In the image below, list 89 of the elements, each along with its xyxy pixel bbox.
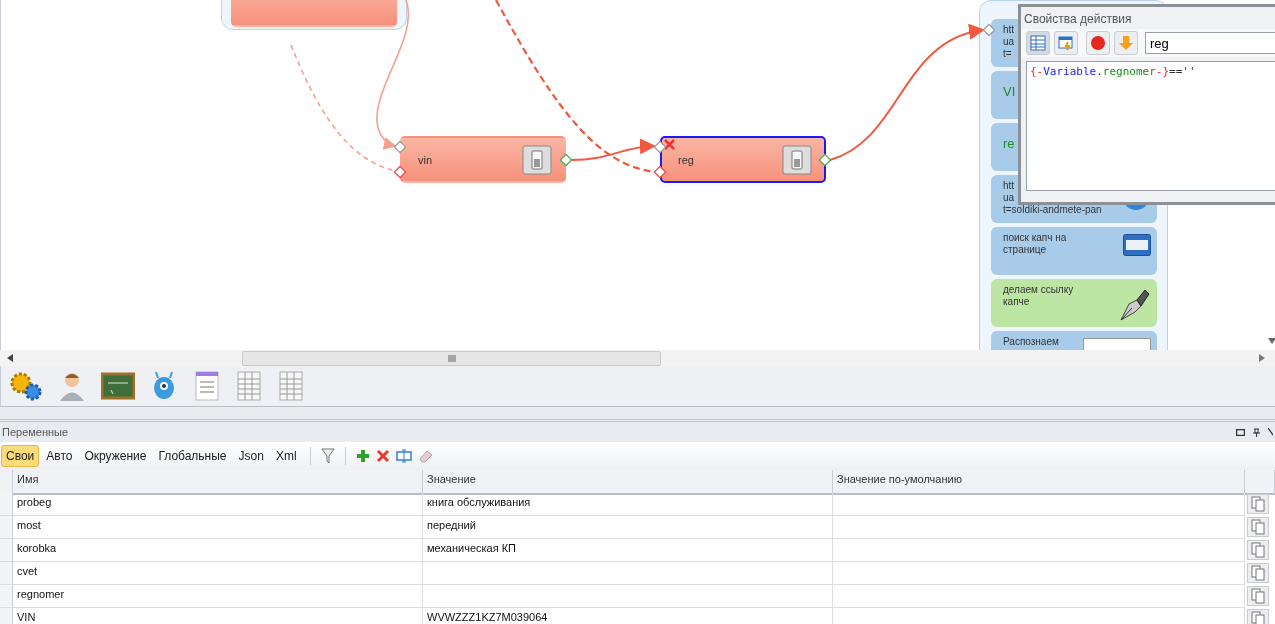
window-lightning-icon bbox=[1058, 35, 1074, 51]
code-line: {-Variable.regnomer-}=='' bbox=[1030, 65, 1196, 78]
copy-icon bbox=[1251, 565, 1265, 581]
table-cell: VIN bbox=[13, 608, 423, 624]
copy-button[interactable] bbox=[1247, 609, 1269, 624]
connector-line[interactable] bbox=[570, 138, 656, 161]
output-port[interactable] bbox=[559, 153, 573, 167]
action-node[interactable]: reg bbox=[660, 136, 826, 183]
switch-icon bbox=[782, 145, 812, 175]
name-input-field[interactable]: reg bbox=[1145, 32, 1275, 54]
copy-icon bbox=[1251, 496, 1265, 512]
table-cell: книга обслуживания bbox=[423, 493, 833, 516]
switch-icon bbox=[522, 145, 552, 175]
action-card[interactable]: делаем ссылку капче bbox=[991, 279, 1157, 327]
grip-icon bbox=[447, 355, 456, 362]
card-label: htt ua t= bbox=[1003, 24, 1015, 60]
window-lightning-button[interactable] bbox=[1054, 31, 1078, 55]
variables-tab[interactable]: Свои bbox=[1, 445, 40, 467]
table-icon bbox=[1030, 35, 1046, 51]
table-cell: probeg bbox=[13, 493, 423, 516]
action-card[interactable]: поиск капч на странице bbox=[991, 227, 1157, 275]
variables-tab[interactable]: Json bbox=[233, 445, 269, 467]
input-port[interactable] bbox=[393, 140, 407, 154]
copy-icon bbox=[1251, 519, 1265, 535]
maximize-icon[interactable] bbox=[1236, 428, 1245, 436]
connector-line[interactable] bbox=[290, 44, 396, 172]
table-cell: передний bbox=[423, 516, 833, 539]
copy-icon bbox=[1251, 588, 1265, 604]
stop-button[interactable] bbox=[1086, 31, 1110, 55]
table-cell: korobka bbox=[13, 539, 423, 562]
pin-icon[interactable] bbox=[1253, 427, 1260, 437]
move-down-button[interactable] bbox=[1114, 31, 1138, 55]
error-port[interactable] bbox=[653, 165, 667, 179]
stop-icon bbox=[1090, 35, 1106, 51]
input-port[interactable] bbox=[653, 140, 667, 154]
table-cell: механическая КП bbox=[423, 539, 833, 562]
table-cell: regnomer bbox=[13, 585, 423, 608]
action-node[interactable]: vin bbox=[400, 136, 566, 183]
panel-title: Переменные bbox=[2, 426, 69, 438]
card-label: re bbox=[1003, 135, 1015, 150]
copy-button[interactable] bbox=[1247, 494, 1269, 514]
table-cell: cvet bbox=[13, 562, 423, 585]
scroll-down-arrow-icon[interactable] bbox=[1268, 338, 1275, 344]
output-port[interactable] bbox=[818, 153, 832, 167]
node-label: reg bbox=[678, 154, 694, 166]
row-header-cell[interactable] bbox=[0, 493, 13, 516]
copy-button[interactable] bbox=[1247, 517, 1269, 537]
html-icon bbox=[1123, 234, 1151, 256]
card-label: поиск капч на странице bbox=[1003, 232, 1067, 256]
copy-button[interactable] bbox=[1247, 586, 1269, 606]
input-port[interactable] bbox=[982, 23, 996, 37]
column-header[interactable]: Имя bbox=[13, 470, 423, 495]
filter-icon[interactable] bbox=[318, 446, 337, 466]
down-arrow-icon bbox=[1118, 35, 1134, 51]
row-header-cell[interactable] bbox=[0, 516, 13, 539]
error-port[interactable] bbox=[393, 165, 407, 179]
card-label: делаем ссылку капче bbox=[1003, 284, 1074, 308]
scroll-left-arrow-icon[interactable] bbox=[7, 354, 13, 362]
connector-line[interactable] bbox=[376, 0, 410, 150]
action-card[interactable]: Распознаем bbox=[991, 331, 1157, 350]
card-label: VI bbox=[1003, 83, 1016, 98]
variables-tab[interactable]: Авто bbox=[41, 445, 78, 467]
header-cell bbox=[1245, 470, 1275, 495]
close-icon[interactable] bbox=[1268, 428, 1273, 436]
connector-line[interactable] bbox=[829, 25, 985, 161]
row-header-cell[interactable] bbox=[0, 562, 13, 585]
copy-icon bbox=[1251, 611, 1265, 624]
variables-tab[interactable]: Xml bbox=[270, 445, 302, 467]
node-label: vin bbox=[418, 154, 433, 166]
dialog-title: Свойства действия bbox=[1023, 11, 1133, 28]
table-cell: WVWZZZ1KZ7M039064 bbox=[423, 608, 833, 624]
copy-button[interactable] bbox=[1247, 540, 1269, 560]
chalkboard-icon[interactable] bbox=[99, 370, 137, 402]
table-view-button[interactable] bbox=[1026, 31, 1050, 55]
column-header[interactable]: Значение по-умолчанию bbox=[833, 470, 1245, 495]
scroll-right-arrow-icon[interactable] bbox=[1259, 354, 1265, 362]
rename-icon[interactable] bbox=[393, 447, 414, 465]
column-header[interactable]: Значение bbox=[423, 470, 833, 495]
copy-button[interactable] bbox=[1247, 563, 1269, 583]
row-header-cell[interactable] bbox=[0, 539, 13, 562]
table-cell: most bbox=[13, 516, 423, 539]
corner-header-cell bbox=[0, 470, 13, 495]
variables-tab[interactable]: Глобальные bbox=[153, 445, 232, 467]
copy-icon bbox=[1251, 542, 1265, 558]
row-header-cell[interactable] bbox=[0, 585, 13, 608]
code-editor-field[interactable]: {-Variable.regnomer-}=='' bbox=[1026, 61, 1275, 191]
variables-tab[interactable]: Окружение bbox=[79, 445, 152, 467]
scrollbar-thumb[interactable] bbox=[242, 351, 661, 366]
card-label: Распознаем bbox=[1003, 336, 1059, 348]
